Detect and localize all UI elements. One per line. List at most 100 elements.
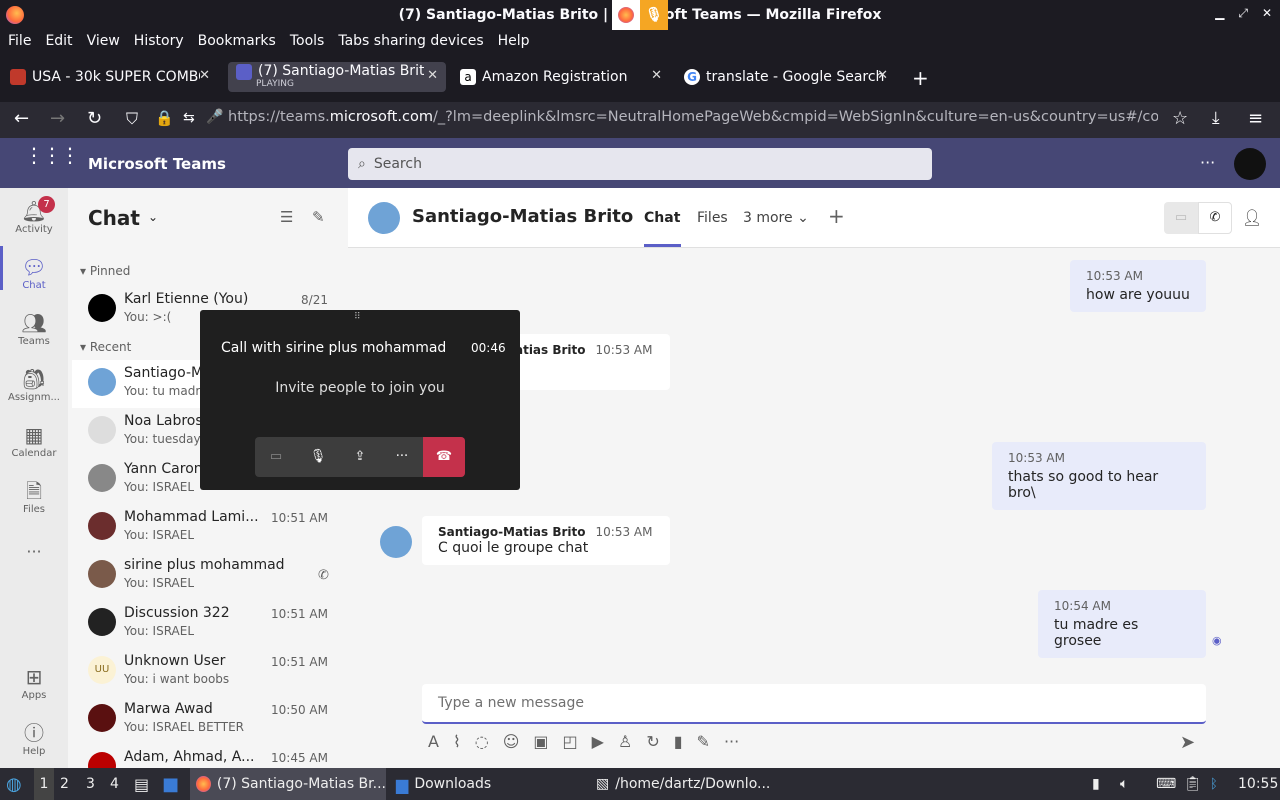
tab-teams[interactable]: (7) Santiago-Matias Brito PLAYING ✕ — [228, 62, 446, 92]
tab-usa-combo[interactable]: USA - 30k SUPER COMBO ✕ — [2, 62, 218, 92]
list-item[interactable]: UU Unknown User You: i want boobs 10:51 … — [72, 648, 344, 696]
taskbar-item-terminal[interactable]: ▧ /home/dartz/Downlo... — [596, 768, 770, 800]
menu-bookmarks[interactable]: Bookmarks — [198, 33, 276, 49]
tray-trash-icon[interactable]: ▮ — [1092, 768, 1100, 800]
compose-box[interactable]: Type a new message — [422, 684, 1206, 724]
file-manager-icon[interactable]: ▤ — [134, 768, 149, 800]
add-tab-icon[interactable]: + — [828, 204, 845, 228]
loop-component-icon[interactable]: ↻ — [646, 732, 659, 751]
rail-help[interactable]: ⓘ Help — [0, 722, 68, 757]
sticker-icon[interactable]: ◰ — [563, 732, 578, 751]
format-icon[interactable]: A — [428, 732, 439, 751]
tab-files[interactable]: Files — [697, 210, 728, 226]
rail-more[interactable]: ··· — [0, 542, 68, 561]
rail-teams[interactable]: 👥︎ Teams — [0, 312, 68, 347]
audio-call-button[interactable]: ✆ — [1198, 202, 1232, 234]
new-tab-icon[interactable]: + — [912, 66, 929, 90]
minimize-icon[interactable]: ▁ — [1215, 6, 1224, 21]
close-tab-icon[interactable]: ✕ — [427, 68, 438, 83]
praise-icon[interactable]: ♙ — [618, 732, 632, 751]
sharing-indicator[interactable]: 🎙 — [612, 0, 668, 30]
bluetooth-icon[interactable]: ᛒ — [1210, 768, 1218, 800]
bookmark-star-icon[interactable]: ☆ — [1172, 108, 1188, 129]
shield-icon[interactable]: ⛉ — [126, 109, 138, 129]
avatar[interactable] — [368, 202, 400, 234]
workspace-4[interactable]: 4 — [110, 768, 119, 800]
share-screen-icon[interactable]: ⇪ — [339, 437, 381, 477]
list-item[interactable]: Adam, Ahmad, A... 10:45 AM — [72, 744, 344, 768]
new-chat-icon[interactable]: ✎ — [312, 208, 325, 226]
app-launcher-icon[interactable]: ⋮⋮⋮ — [24, 145, 80, 165]
menu-edit[interactable]: Edit — [45, 33, 72, 49]
rail-apps[interactable]: ⊞ Apps — [0, 666, 68, 701]
gif-icon[interactable]: ▣ — [533, 732, 548, 751]
list-item[interactable]: sirine plus mohammad You: ISRAEL ✆ — [72, 552, 344, 600]
video-call-button[interactable]: ▭ — [1164, 202, 1198, 234]
menu-tools[interactable]: Tools — [290, 33, 325, 49]
approvals-icon[interactable]: ▮ — [674, 732, 683, 751]
send-icon[interactable]: ➤ — [1180, 732, 1195, 753]
address-bar[interactable]: https://teams.microsoft.com/_?lm=deeplin… — [228, 109, 1158, 125]
filter-icon[interactable]: ☰ — [280, 208, 293, 226]
tab-google[interactable]: G translate - Google Search ✕ — [676, 62, 894, 92]
microphone-permission-icon[interactable]: 🎤 — [206, 109, 223, 125]
menu-tabs-sharing[interactable]: Tabs sharing devices — [338, 33, 483, 49]
attach-icon[interactable]: ⌇ — [453, 732, 461, 751]
more-options-icon[interactable]: ··· — [724, 732, 739, 751]
message-received[interactable]: Santiago-Matias Brito 10:53 AM C quoi le … — [422, 516, 670, 565]
tab-more[interactable]: 3 more ⌄ — [743, 210, 809, 226]
lock-icon[interactable]: 🔒 — [155, 109, 174, 127]
more-options-icon[interactable]: ··· — [381, 437, 423, 477]
permissions-icon[interactable]: ⇆ — [183, 110, 195, 126]
drag-handle-icon[interactable]: ⠿ — [354, 312, 361, 322]
camera-off-icon[interactable]: ▭ — [255, 437, 297, 477]
tab-amazon[interactable]: a Amazon Registration ✕ — [452, 62, 670, 92]
rail-calendar[interactable]: ▦ Calendar — [0, 424, 68, 459]
downloads-icon[interactable]: ⤓ — [1212, 108, 1220, 128]
keyboard-icon[interactable]: ⌨ — [1156, 768, 1176, 800]
close-tab-icon[interactable]: ✕ — [651, 68, 662, 83]
workspace-2[interactable]: 2 — [60, 768, 69, 800]
emoji-icon[interactable]: ☺ — [503, 732, 520, 751]
message-sent[interactable]: 10:53 AM how are youuu — [1070, 260, 1206, 312]
pinned-section-label[interactable]: ▾ Pinned — [80, 264, 130, 278]
rail-activity[interactable]: 🔔︎ Activity 7 — [0, 196, 68, 235]
back-icon[interactable]: ← — [14, 108, 29, 129]
close-tab-icon[interactable]: ✕ — [199, 68, 210, 83]
taskbar-item-downloads[interactable]: ▆ Downloads — [396, 768, 491, 800]
start-menu-icon[interactable]: ◍ — [6, 768, 22, 800]
clipboard-icon[interactable]: 📋︎ — [1184, 768, 1202, 800]
workspace-1[interactable]: 1 — [34, 768, 54, 800]
tab-chat[interactable]: Chat — [644, 210, 680, 226]
add-people-icon[interactable]: 👤︎ — [1242, 208, 1262, 227]
rail-assignments[interactable]: 🎒︎ Assignm... — [0, 368, 68, 403]
volume-icon[interactable]: 🔈︎ — [1120, 768, 1128, 800]
hang-up-button[interactable]: ☎ — [423, 437, 465, 477]
schedule-meeting-icon[interactable]: ▶ — [592, 732, 604, 751]
app-menu-icon[interactable]: ≡ — [1248, 108, 1263, 129]
forward-icon[interactable]: → — [50, 108, 65, 129]
list-item[interactable]: Discussion 322 You: ISRAEL 10:51 AM — [72, 600, 344, 648]
avatar[interactable] — [380, 526, 412, 558]
menu-help[interactable]: Help — [498, 33, 530, 49]
show-desktop-icon[interactable]: ■ — [162, 768, 179, 800]
list-item[interactable]: Mohammad Lami... You: ISRAEL 10:51 AM — [72, 504, 344, 552]
taskbar-item-firefox[interactable]: (7) Santiago-Matias Br... — [190, 768, 386, 800]
workspace-3[interactable]: 3 — [86, 768, 95, 800]
settings-more-icon[interactable]: ··· — [1200, 153, 1215, 172]
microphone-icon[interactable]: 🎙︎ — [297, 437, 339, 477]
rail-files[interactable]: 🗎 Files — [0, 480, 68, 515]
call-popup[interactable]: ⠿ Call with sirine plus mohammad 00:46 I… — [200, 310, 520, 490]
reload-icon[interactable]: ↻ — [87, 108, 102, 129]
notes-icon[interactable]: ✎ — [697, 732, 710, 751]
loop-icon[interactable]: ◌ — [475, 732, 489, 751]
search-input[interactable]: ⌕ Search — [348, 148, 932, 180]
list-item[interactable]: Marwa Awad You: ISRAEL BETTER 10:50 AM — [72, 696, 344, 744]
maximize-icon[interactable]: ⤢ — [1238, 6, 1248, 21]
chevron-down-icon[interactable]: ⌄ — [148, 210, 158, 224]
message-sent[interactable]: 10:54 AM tu madre es grosee — [1038, 590, 1206, 658]
menu-file[interactable]: File — [8, 33, 31, 49]
menu-view[interactable]: View — [87, 33, 120, 49]
close-tab-icon[interactable]: ✕ — [877, 68, 888, 83]
message-sent[interactable]: 10:53 AM thats so good to hear bro\ — [992, 442, 1206, 510]
